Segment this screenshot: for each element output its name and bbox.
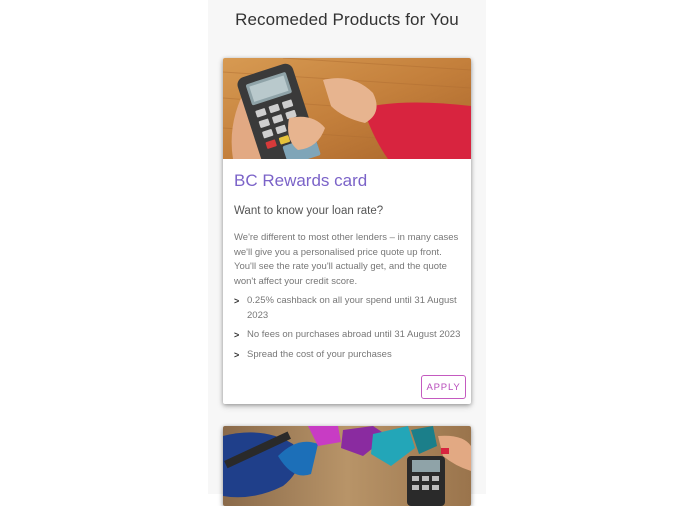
product-image-guitar-payment — [223, 426, 471, 506]
chevron-right-icon: > — [234, 296, 240, 306]
product-title: BC Rewards card — [234, 171, 368, 190]
feature-item: > No fees on purchases abroad until 31 A… — [234, 328, 464, 343]
product-card: BC Rewards card Want to know your loan r… — [223, 58, 471, 404]
page-title: Recomeded Products for You — [235, 10, 459, 29]
feature-text: Spread the cost of your purchases — [247, 348, 392, 360]
feature-text: 0.25% cashback on all your spend until 3… — [247, 295, 457, 321]
product-description: We're different to most other lenders – … — [234, 232, 459, 287]
card-terminal-illustration — [223, 58, 471, 159]
guitar-store-illustration — [223, 426, 471, 506]
feature-item: > 0.25% cashback on all your spend until… — [234, 294, 464, 323]
product-card — [223, 426, 471, 506]
chevron-right-icon: > — [234, 330, 240, 341]
feature-text: No fees on purchases abroad until 31 Aug… — [247, 329, 461, 341]
product-subtitle: Want to know your loan rate? — [234, 205, 384, 217]
feature-item: > Spread the cost of your purchases — [234, 348, 464, 363]
apply-button[interactable]: APPLY — [421, 375, 466, 399]
product-image-card-payment — [223, 58, 471, 159]
chevron-right-icon: > — [234, 349, 240, 360]
feature-list: > 0.25% cashback on all your spend until… — [234, 294, 464, 367]
